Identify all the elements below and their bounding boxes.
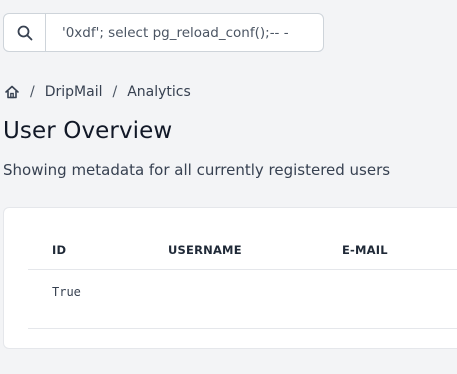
- search-input[interactable]: [46, 14, 323, 51]
- breadcrumb-separator: /: [112, 84, 118, 100]
- page-subtitle: Showing metadata for all currently regis…: [3, 161, 391, 179]
- table-header: ID USERNAME E-MAIL: [28, 208, 457, 270]
- column-header-id: ID: [52, 243, 67, 257]
- column-header-username: USERNAME: [168, 243, 242, 257]
- cell-id: True: [52, 285, 81, 299]
- breadcrumb-separator: /: [30, 84, 35, 100]
- breadcrumb-item-analytics[interactable]: Analytics: [127, 84, 191, 100]
- column-header-email: E-MAIL: [342, 243, 388, 257]
- home-icon[interactable]: [4, 84, 20, 100]
- users-table: ID USERNAME E-MAIL True: [28, 208, 457, 329]
- users-card: ID USERNAME E-MAIL True: [3, 207, 457, 349]
- page-title: User Overview: [3, 118, 173, 144]
- search-icon[interactable]: [4, 14, 46, 51]
- table-row: True: [28, 270, 457, 329]
- search-bar[interactable]: [3, 13, 324, 52]
- breadcrumb-item-dripmail[interactable]: DripMail: [45, 84, 103, 100]
- breadcrumb: / DripMail / Analytics: [4, 84, 191, 100]
